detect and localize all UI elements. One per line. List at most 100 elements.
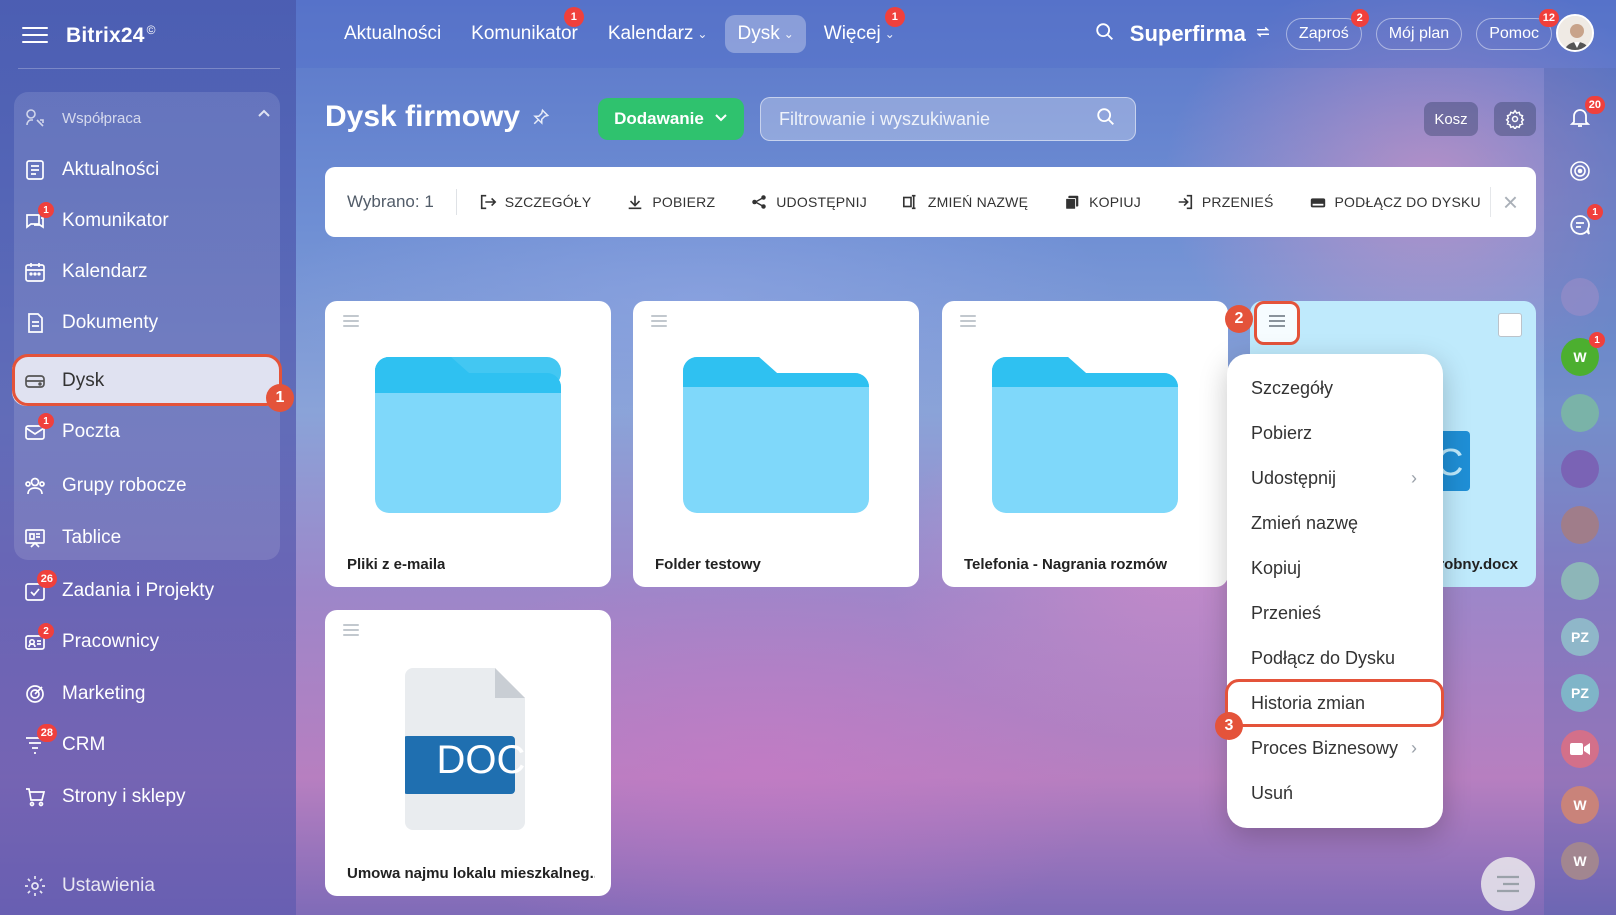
pin-icon[interactable] [532,100,550,134]
my-plan-button[interactable]: Mój plan [1375,18,1463,50]
user-avatar[interactable] [1556,14,1594,52]
menu-item-details[interactable]: Szczegóły [1227,366,1443,411]
file-tile[interactable]: Pliki z e-maila [325,301,611,587]
trash-button[interactable]: Kosz [1424,102,1478,136]
select-checkbox[interactable] [1498,313,1522,337]
move-action[interactable]: PRZENIEŚ [1176,193,1274,211]
settings-gear-icon[interactable] [1494,102,1536,136]
menu-item-share[interactable]: Udostępnij › [1227,456,1443,501]
invite-button[interactable]: Zaproś 2 [1285,9,1369,50]
connect-disk-action[interactable]: PODŁĄCZ DO DYSKU [1309,193,1481,211]
right-strip: 20 1 W1 PZ PZ W W [1544,68,1616,915]
sidebar-item-zadania[interactable]: 26 Zadania i Projekty [22,570,272,611]
drag-handle-icon[interactable] [960,315,976,327]
floating-menu-button[interactable] [1481,857,1535,911]
group-avatar[interactable] [1561,562,1599,600]
step-2-badge: 2 [1225,305,1253,333]
search-icon[interactable] [1094,21,1116,48]
help-badge: 12 [1538,9,1559,27]
contact-avatar[interactable] [1561,394,1599,432]
sidebar-item-label: CRM [62,734,106,755]
menu-item-download[interactable]: Pobierz [1227,411,1443,456]
menu-item-connect-disk[interactable]: Podłącz do Dysku [1227,636,1443,681]
details-action[interactable]: SZCZEGÓŁY [479,193,592,211]
help-button[interactable]: Pomoc 12 [1476,9,1559,50]
contact-avatar-w[interactable]: W [1561,842,1599,880]
sidebar-item-dokumenty[interactable]: Dokumenty [22,303,272,343]
menu-item-label: Szczegóły [1251,378,1334,398]
menu-item-history[interactable]: Historia zmian [1227,681,1443,726]
drag-handle-icon[interactable] [343,315,359,327]
contact-avatar-w[interactable]: W1 [1561,332,1605,376]
search-field[interactable] [760,97,1136,141]
menu-item-delete[interactable]: Usuń [1227,771,1443,816]
menu-item-move[interactable]: Przenieś [1227,591,1443,636]
topnav-kalendarz[interactable]: Kalendarz ⌄ [596,15,720,53]
sidebar-item-tablice[interactable]: Tablice [22,518,272,558]
sidebar-item-dysk[interactable]: Dysk [12,356,280,406]
menu-burger-icon[interactable] [22,27,48,43]
sidebar-item-aktualnosci[interactable]: Aktualności [22,150,272,190]
sidebar-item-poczta[interactable]: 1 Poczta [22,412,272,452]
menu-item-rename[interactable]: Zmień nazwę [1227,501,1443,546]
invite-badge: 2 [1350,9,1369,27]
menu-item-copy[interactable]: Kopiuj [1227,546,1443,591]
contact-avatar-pz[interactable]: PZ [1561,618,1599,656]
sidebar-item-kalendarz[interactable]: Kalendarz [22,252,272,292]
topnav-komunikator[interactable]: Komunikator 1 [459,7,590,53]
sidebar-item-pracownicy[interactable]: 2 Pracownicy [22,622,272,662]
topnav-label: Komunikator [471,23,578,44]
avatar-initials: PZ [1571,629,1589,645]
topnav-aktualnosci[interactable]: Aktualności [332,15,453,53]
logo[interactable]: Bitrix24 © [66,23,156,48]
disk-icon [22,368,48,394]
sidebar-item-marketing[interactable]: Marketing [22,674,272,714]
topnav-wiecej[interactable]: Więcej ⌄ 1 [812,7,907,53]
search-icon[interactable] [1095,106,1117,133]
company-name: Superfirma [1129,21,1246,46]
drag-handle-icon[interactable] [343,624,359,636]
file-menu-button[interactable] [1254,301,1300,345]
sidebar-item-komunikator[interactable]: 1 Komunikator [22,201,272,241]
details-icon [480,194,497,210]
contact-avatar[interactable] [1561,506,1599,544]
action-label: PODŁĄCZ DO DYSKU [1334,194,1481,210]
avatar-initials: W [1573,349,1587,365]
sidebar-item-label: Poczta [62,421,121,442]
notifications-bell-icon[interactable]: 20 [1561,96,1605,136]
add-button[interactable]: Dodawanie [598,98,744,140]
hamburger-menu-icon [1268,314,1286,333]
copy-action[interactable]: KOPIUJ [1063,193,1141,211]
contact-avatar-w[interactable]: W [1561,786,1599,824]
menu-item-label: Pobierz [1251,423,1313,443]
download-icon [629,195,642,210]
sidebar-item-label: Marketing [62,683,146,704]
add-button-label: Dodawanie [614,109,704,128]
chat-icon: 1 [22,202,54,234]
contact-avatar-pz[interactable]: PZ [1561,674,1599,712]
file-tile[interactable]: DOC Umowa najmu lokalu mieszkalneg... [325,610,611,896]
sidebar-item-strony[interactable]: Strony i sklepy [22,777,272,817]
rename-action[interactable]: ZMIEŃ NAZWĘ [902,193,1028,211]
close-icon[interactable]: × [1490,187,1520,217]
sidebar-section-collaboration[interactable]: Współpraca [22,98,272,138]
menu-item-business-process[interactable]: Proces Biznesowy › [1227,726,1443,771]
drag-handle-icon[interactable] [651,315,667,327]
file-tile[interactable]: Folder testowy [633,301,919,587]
sidebar-item-crm[interactable]: 28 CRM [22,724,272,765]
sidebar-item-grupy-robocze[interactable]: Grupy robocze [22,466,272,506]
sidebar-item-ustawienia[interactable]: Ustawienia [22,866,272,906]
sidebar-item-label: Aktualności [62,159,160,180]
contact-avatar[interactable] [1561,450,1599,488]
video-call-icon[interactable] [1561,730,1599,768]
share-action[interactable]: UDOSTĘPNIJ [750,193,867,211]
topnav-dysk[interactable]: Dysk ⌄ [725,15,806,53]
company-switcher[interactable]: Superfirma [1130,21,1272,47]
contact-avatar[interactable] [1561,278,1599,316]
topnav-label: Kalendarz [607,23,694,44]
file-tile[interactable]: Telefonia - Nagrania rozmów [942,301,1228,587]
search-input[interactable] [779,108,1095,130]
download-action[interactable]: POBIERZ [626,193,715,211]
activity-stream-icon[interactable] [1561,152,1599,190]
chat-list-icon[interactable]: 1 [1561,204,1603,244]
